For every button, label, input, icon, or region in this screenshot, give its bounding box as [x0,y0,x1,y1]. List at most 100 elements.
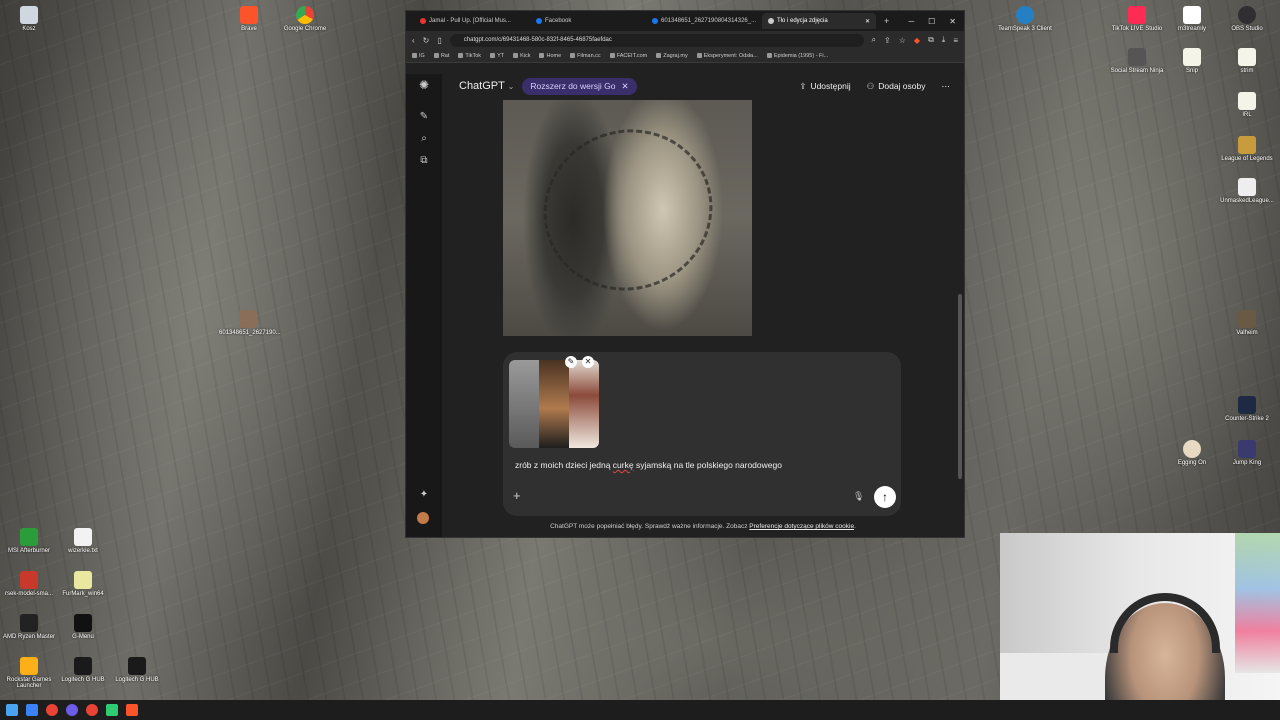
bookmark-item[interactable]: Filman.cc [570,53,601,59]
header-actions: ⇪ Udostępnij ⚇ Dodaj osoby ⋯ [799,81,964,92]
library-icon[interactable]: ⧉ [417,154,431,168]
desktop-icon-valheim[interactable]: Valheim [1218,310,1276,336]
app-taskbar-icon[interactable] [106,704,118,716]
tab-image[interactable]: 601348651_2627190804314326_... [646,13,760,29]
desktop-icon-teamspeak[interactable]: TeamSpeak 3 Client [996,6,1054,32]
more-options-icon[interactable]: ⋯ [942,81,951,92]
search-icon[interactable]: ⌕ [417,132,431,146]
bookmark-item[interactable]: Eksperyment: Odsła... [697,53,758,59]
bookmark-item[interactable]: IG [412,53,425,59]
furmark-icon [74,571,92,589]
desktop-icon-text-file[interactable]: wizerkie.txt [54,528,112,554]
desktop-icon-lol[interactable]: League of Legends [1218,136,1276,162]
league-of-legends-icon [1238,136,1256,154]
bookmark-item[interactable]: Epidemia (1995) - Fi... [767,53,828,59]
maximize-icon[interactable]: ☐ [928,17,935,26]
chrome-taskbar-icon[interactable] [46,704,58,716]
tab-music[interactable]: Jamal - Pull Up. [Official Mus... [414,13,528,29]
social-stream-icon [1128,48,1146,66]
desktop-icon-furmark[interactable]: FurMark_win64 [54,571,112,597]
minimize-icon[interactable]: ─ [908,17,914,26]
webcam-overlay [1000,533,1280,720]
facebook-icon [536,18,542,24]
desktop-icon-afterburner[interactable]: MSI Afterburner [0,528,58,554]
bookmark-item[interactable]: Home [539,53,561,59]
desktop-icon-brave[interactable]: Brave [220,6,278,32]
desktop-icon-tiktok-live[interactable]: TikTok LIVE Studio [1108,6,1166,32]
microphone-icon[interactable]: 🎙 [853,491,864,502]
start-icon[interactable] [6,704,18,716]
url-bar[interactable]: chatgpt.com/c/69431468-580c-832f-8465-46… [449,33,864,47]
desktop-icon-chrome[interactable]: Google Chrome [276,6,334,32]
desktop-icon-strim[interactable]: strim [1218,48,1276,74]
openai-logo-icon[interactable]: ✺ [417,78,431,92]
desktop-icon-image-file[interactable]: 601348651_2627190... [219,310,281,336]
new-tab-icon[interactable]: + [884,16,889,26]
model-selector[interactable]: ChatGPT ⌄ [459,80,514,92]
desktop-icon-egging-on[interactable]: Egging On [1163,440,1221,466]
desktop-icon-jump-king[interactable]: Jump King [1218,440,1276,466]
brave-taskbar-icon[interactable] [126,704,138,716]
close-icon[interactable]: ✕ [621,81,628,92]
star-icon[interactable]: ☆ [899,36,906,45]
desktop-icon-social-stream[interactable]: Social Stream Ninja [1108,48,1166,74]
desktop-icon-streamly[interactable]: m3treamly [1163,6,1221,32]
facebook-icon [652,18,658,24]
desktop-icon-recycle-bin[interactable]: Kosz [0,6,58,32]
search-taskbar-icon[interactable] [26,704,38,716]
discord-taskbar-icon[interactable] [66,704,78,716]
desktop-icon-rockstar[interactable]: Rockstar Games Launcher [0,657,58,689]
desktop-icon-unmasked[interactable]: UnmaskedLeague... [1218,178,1276,204]
bookmark-item[interactable]: FACEIT.com [610,53,648,59]
ryzen-master-icon [20,614,38,632]
desktop-icon-archive[interactable]: rsek-model-sma... [0,571,58,597]
desktop-icon-logitech-2[interactable]: Logitech G HUB [108,657,166,683]
remove-attachment-icon[interactable]: ✕ [582,356,594,368]
download-icon[interactable]: ⤓ [942,35,946,45]
bookmark-item[interactable]: TikTok [458,53,481,59]
image-file-icon [239,310,257,328]
extensions-icon[interactable]: ⧉ [928,35,934,45]
generated-image[interactable] [503,100,752,336]
desktop-icon-g-menu[interactable]: G-Menu [54,614,112,640]
prompt-input[interactable]: zrób z moich dzieci jedną curkę syjamską… [515,460,782,470]
back-icon[interactable]: ‹ [412,36,415,45]
edit-attachment-icon[interactable]: ✎ [565,356,577,368]
bookmark-item[interactable]: Zagraj.my [656,53,687,59]
attached-image-thumbnail[interactable] [509,360,599,448]
desktop-icon-irl[interactable]: IRL [1218,92,1276,118]
share-icon[interactable]: ⇪ [884,36,891,45]
zoom-icon[interactable]: ⌕ [872,35,876,45]
tab-chatgpt[interactable]: Tło i edycja zdjęcia ✕ [762,13,876,29]
new-chat-icon[interactable]: ✎ [417,110,431,124]
bookmark-item[interactable]: Kick [513,53,530,59]
avatar[interactable] [417,512,429,524]
sparkle-icon[interactable]: ✦ [417,488,431,502]
tab-facebook[interactable]: Facebook [530,13,644,29]
close-tab-icon[interactable]: ✕ [865,18,870,25]
scrollbar[interactable] [958,294,962,479]
add-person-icon: ⚇ [866,80,875,91]
add-attachment-icon[interactable]: + [513,488,521,503]
desktop-icon-obs[interactable]: OBS Studio [1218,6,1276,32]
bookmark-icon[interactable]: ▯ [437,36,441,45]
cookie-preferences-link[interactable]: Preferencje dotyczące plików cookie [749,523,854,530]
image-chain-detail [520,105,736,315]
desktop-icon-snip[interactable]: Snip [1163,48,1221,74]
reload-icon[interactable]: ↻ [423,36,430,45]
logitech-icon [128,657,146,675]
menu-icon[interactable]: ≡ [953,36,958,45]
desktop-icon-logitech-1[interactable]: Logitech G HUB [54,657,112,683]
desktop-icon-cs2[interactable]: Counter-Strike 2 [1218,396,1276,422]
send-button[interactable]: ↑ [874,486,896,508]
bookmark-item[interactable]: YT [490,53,504,59]
jump-king-icon [1238,440,1256,458]
desktop-icon-ryzen-master[interactable]: AMD Ryzen Master [0,614,58,640]
chrome-taskbar-icon[interactable] [86,704,98,716]
bookmark-item[interactable]: Rat [434,53,450,59]
share-button[interactable]: ⇪ Udostępnij [799,81,850,92]
brave-shield-icon[interactable]: ◆ [914,36,920,45]
close-window-icon[interactable]: ✕ [949,17,956,26]
upgrade-button[interactable]: Rozszerz do wersji Go ✕ [522,77,637,95]
add-people-button[interactable]: ⚇ Dodaj osoby [867,81,926,92]
